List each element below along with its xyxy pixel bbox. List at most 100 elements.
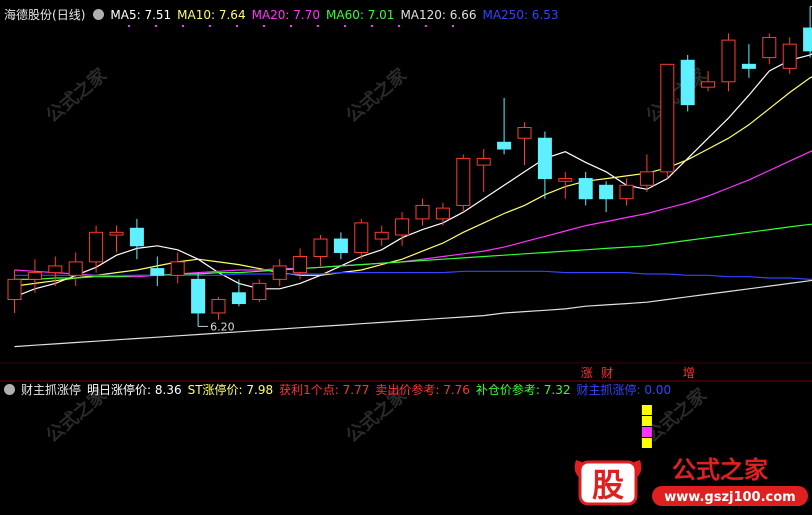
- ma-value-ma120: MA120: 6.66: [400, 8, 476, 22]
- period-label[interactable]: (日线): [52, 8, 85, 22]
- signal-dot: [344, 25, 346, 27]
- candle: [416, 199, 429, 226]
- signal-dot: [155, 25, 157, 27]
- candle-body: [232, 293, 245, 304]
- candle: [375, 226, 388, 246]
- candle-body: [783, 44, 796, 68]
- candle: [314, 235, 327, 266]
- ma-value-ma20: MA20: 7.70: [252, 8, 320, 22]
- signal-bar: [642, 416, 652, 426]
- gear-icon[interactable]: [4, 384, 15, 395]
- candle-body: [192, 279, 205, 313]
- price-chart: 公式之家公式之家公式之家公式之家公式之家公式之家 8.396.20涨财增: [0, 0, 812, 511]
- sub-panel-header: 财主抓涨停明日涨停价: 8.36ST涨停价: 7.98获利1个点: 7.77卖出…: [2, 381, 683, 399]
- candle: [151, 257, 164, 287]
- ma-value-ma10: MA10: 7.64: [177, 8, 245, 22]
- signal-dot: [452, 25, 454, 27]
- indicator-legend: 明日涨停价: 8.36ST涨停价: 7.98获利1个点: 7.77卖出价参考: …: [87, 383, 677, 397]
- signal-dot: [128, 25, 130, 27]
- candle-body: [171, 262, 184, 275]
- candle-body: [28, 273, 41, 280]
- candle: [8, 270, 21, 313]
- brand-url: www.gszj100.com: [664, 490, 795, 505]
- signal-dot: [371, 25, 373, 27]
- candle: [232, 279, 245, 306]
- stock-chart-window: 公式之家公式之家公式之家公式之家公式之家公式之家 8.396.20涨财增 海德股…: [0, 0, 812, 511]
- candle: [763, 33, 776, 64]
- candle: [334, 232, 347, 259]
- candle-body: [294, 257, 307, 273]
- candle: [579, 172, 592, 206]
- ma-value-ma250: MA250: 6.53: [482, 8, 558, 22]
- candle-body: [8, 279, 21, 299]
- candle: [69, 252, 82, 286]
- candle: [783, 37, 796, 73]
- candle: [538, 132, 551, 199]
- candle: [90, 226, 103, 273]
- stock-name[interactable]: 海德股份: [4, 8, 52, 22]
- candle: [681, 55, 694, 111]
- watermark-text: 公式之家: [641, 63, 711, 127]
- candle-body: [49, 266, 62, 273]
- candle-body: [130, 228, 143, 245]
- candle: [804, 7, 812, 58]
- main-panel-header: 海德股份(日线)MA5: 7.51MA10: 7.64MA20: 7.70MA6…: [4, 6, 571, 24]
- signal-bar: [642, 405, 652, 415]
- signal-dot: [425, 25, 427, 27]
- candle: [518, 122, 531, 165]
- candle-body: [477, 158, 490, 165]
- candle-body: [110, 232, 123, 235]
- candle-body: [702, 82, 715, 87]
- candle-body: [457, 158, 470, 205]
- candle: [457, 154, 470, 212]
- candle: [722, 33, 735, 91]
- min-price-label: 6.20: [210, 320, 235, 333]
- indicator-value: 获利1个点: 7.77: [279, 383, 369, 397]
- signal-dot: [398, 25, 400, 27]
- candle-body: [681, 60, 694, 104]
- signal-label: 涨: [581, 365, 593, 380]
- ma-value-ma60: MA60: 7.01: [326, 8, 394, 22]
- candle-body: [90, 232, 103, 262]
- candle-body: [742, 64, 755, 68]
- watermark-text: 公式之家: [341, 63, 411, 127]
- candle-body: [661, 64, 674, 172]
- signal-dot: [263, 25, 265, 27]
- ma-line-ma20: [15, 122, 812, 277]
- gear-icon[interactable]: [93, 9, 104, 20]
- candle: [355, 219, 368, 259]
- candle: [600, 181, 613, 212]
- candle-body: [559, 179, 572, 182]
- candle-body: [396, 219, 409, 235]
- signal-bar: [642, 427, 652, 437]
- indicator-value: 卖出价参考: 7.76: [375, 383, 470, 397]
- candle-body: [436, 208, 449, 219]
- candle: [273, 259, 286, 286]
- candle: [661, 64, 674, 178]
- candle-body: [498, 142, 511, 149]
- candle-body: [579, 179, 592, 199]
- candle-body: [273, 266, 286, 279]
- indicator-value: 明日涨停价: 8.36: [87, 383, 182, 397]
- candle: [498, 98, 511, 154]
- candle: [171, 252, 184, 283]
- candle-body: [69, 262, 82, 275]
- signal-dot: [290, 25, 292, 27]
- signal-label: 增: [683, 366, 695, 380]
- brand-name: 公式之家: [672, 456, 768, 484]
- candle-body: [253, 283, 266, 299]
- candle: [436, 203, 449, 226]
- indicator-name[interactable]: 财主抓涨停: [21, 383, 81, 397]
- candle-body: [763, 37, 776, 57]
- indicator-value: 财主抓涨停: 0.00: [577, 383, 672, 397]
- candle: [192, 273, 205, 327]
- candle-body: [640, 172, 653, 185]
- candle: [742, 44, 755, 78]
- signal-dot: [236, 25, 238, 27]
- signal-dot: [317, 25, 319, 27]
- candle-body: [518, 127, 531, 138]
- bull-icon: 股: [575, 460, 642, 504]
- signal-dot: [209, 25, 211, 27]
- candle-body: [375, 232, 388, 239]
- badge-text: 股: [592, 466, 624, 504]
